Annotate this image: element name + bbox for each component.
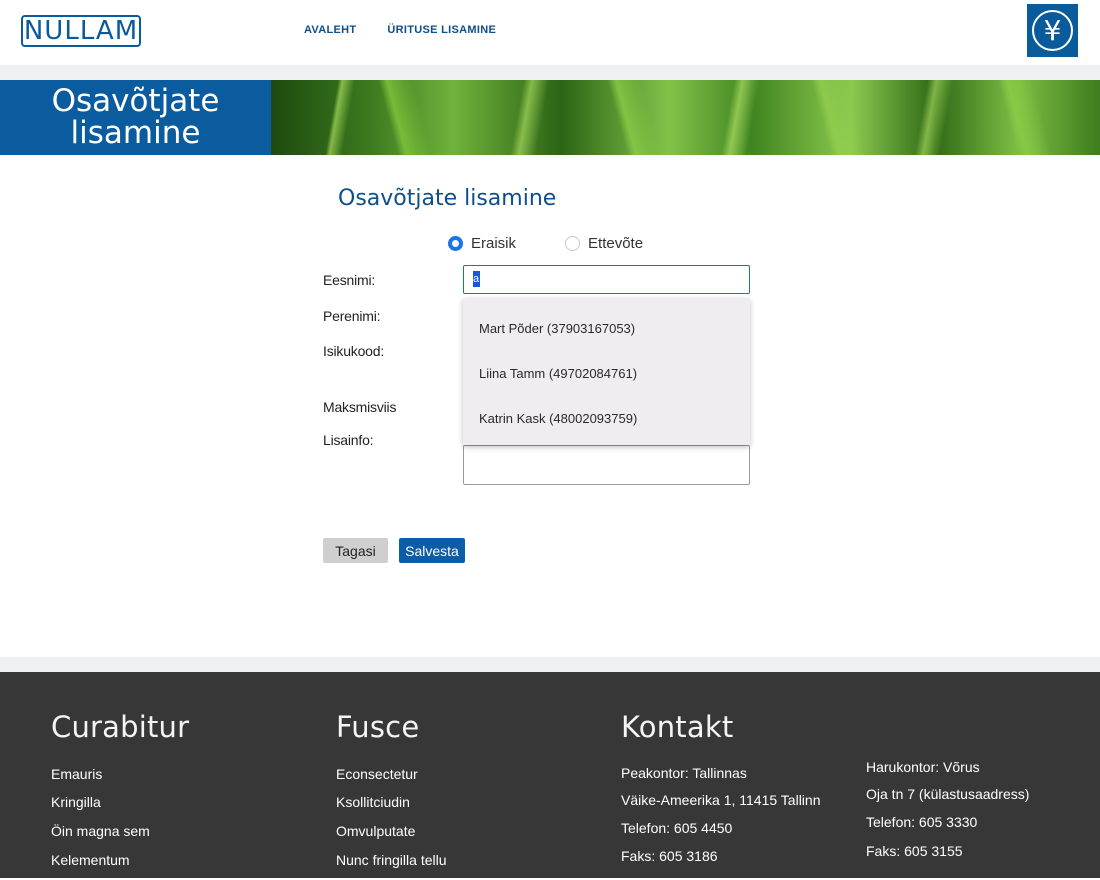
header-separator [0,65,1100,80]
page-banner: Osavõtjate lisamine [0,80,1100,155]
form-title: Osavõtjate lisamine [338,186,557,211]
footer-contact-line: Peakontor: Tallinnas [621,765,747,781]
id-code-label: Isikukood: [323,343,385,359]
first-name-input[interactable]: a [463,265,750,294]
footer-heading: Curabitur [51,710,190,744]
emblem-logo: ¥ [1027,4,1078,57]
footer-heading: Fusce [336,710,420,744]
footer-link[interactable]: Emauris [51,766,102,782]
footer-contact-line: Oja tn 7 (külastusaadress) [866,786,1030,802]
first-name-label: Eesnimi: [323,272,376,288]
autocomplete-option[interactable]: Liina Tamm (49702084761) [463,351,750,396]
save-button[interactable]: Salvesta [399,538,465,563]
footer-link[interactable]: Omvulputate [336,823,415,839]
nullam-logo[interactable]: NULLAM [21,15,141,47]
autocomplete-dropdown: Mart Põder (37903167053) Liina Tamm (497… [463,298,750,445]
footer-col-fusce: Fusce Econsectetur Ksollitciudin Omvulpu… [336,710,586,880]
site-header: NULLAM AVALEHT ÜRITUSE LISAMINE ¥ [0,0,1100,65]
extra-info-textarea[interactable] [463,445,750,485]
banner-title: Osavõtjate lisamine [0,80,271,155]
footer-contact-line: Harukontor: Võrus [866,759,980,775]
radio-ettevote[interactable]: Ettevõte [565,235,643,252]
radio-eraisik-label: Eraisik [471,235,517,252]
radio-checked-icon[interactable] [448,236,463,251]
footer-col-branch: Harukontor: Võrus Oja tn 7 (külastusaadr… [866,710,1086,880]
banner-title-line2: lisamine [70,115,201,151]
footer-separator [0,657,1100,672]
last-name-label: Perenimi: [323,308,381,324]
banner-title-line1: Osavõtjate [51,83,220,119]
main-nav: AVALEHT ÜRITUSE LISAMINE [304,24,496,36]
footer-link[interactable]: Kringilla [51,794,101,810]
footer-link[interactable]: Ksollitciudin [336,794,410,810]
nav-urituse-lisamine[interactable]: ÜRITUSE LISAMINE [387,24,496,36]
yen-emblem-icon: ¥ [1032,10,1073,51]
radio-ettevote-label: Ettevõte [588,235,644,252]
footer-link[interactable]: Kelementum [51,852,130,868]
nav-avaleht[interactable]: AVALEHT [304,24,356,36]
first-name-selected-text: a [473,270,480,287]
footer-contact-line: Telefon: 605 3330 [866,814,978,830]
footer-contact-line: Telefon: 605 4450 [621,820,733,836]
site-footer: Curabitur Emauris Kringilla Öin magna se… [0,672,1100,878]
footer-heading: Kontakt [621,710,734,744]
radio-unchecked-icon[interactable] [565,236,581,251]
footer-contact-line: Faks: 605 3186 [621,848,718,864]
footer-col-kontakt: Kontakt Peakontor: Tallinnas Väike-Ameer… [621,710,851,880]
autocomplete-option[interactable]: Katrin Kask (48002093759) [463,396,750,441]
autocomplete-option[interactable]: Mart Põder (37903167053) [463,306,750,351]
footer-contact-line: Väike-Ameerika 1, 11415 Tallinn [621,792,821,808]
participant-type-radio-group: Eraisik Ettevõte [448,235,692,252]
radio-eraisik[interactable]: Eraisik [448,235,516,252]
footer-contact-line: Faks: 605 3155 [866,843,963,859]
footer-link[interactable]: Öin magna sem [51,823,150,839]
footer-link[interactable]: Econsectetur [336,766,418,782]
footer-col-curabitur: Curabitur Emauris Kringilla Öin magna se… [51,710,301,880]
payment-method-label: Maksmisviis [323,399,397,415]
back-button[interactable]: Tagasi [323,538,388,563]
extra-info-label: Lisainfo: [323,432,374,448]
footer-link[interactable]: Nunc fringilla tellu [336,852,447,868]
grass-banner-image [271,80,1100,155]
